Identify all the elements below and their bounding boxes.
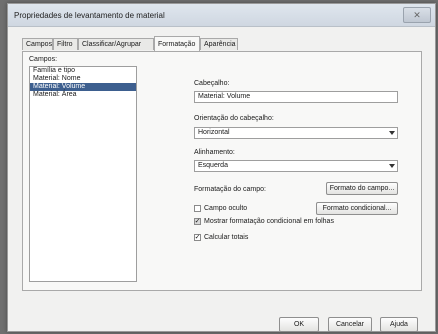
orientation-select[interactable]: Horizontal [194,127,398,139]
heading-input[interactable]: Material: Volume [194,91,398,103]
fields-list[interactable]: Família e tipo Material: Nome Material: … [29,66,137,282]
help-button[interactable]: Ajuda [380,317,418,332]
dialog-title: Propriedades de levantamento de material [14,11,165,20]
chevron-down-icon [389,164,395,168]
checkmark-icon: ✓ [194,217,201,225]
heading-label: Cabeçalho: [194,80,230,87]
tab-aparencia[interactable]: Aparência [200,38,238,50]
hidden-field-checkbox[interactable]: Campo oculto [194,204,247,213]
list-item-material-area[interactable]: Material: Área [30,91,136,99]
list-item-material-volume[interactable]: Material: Volume [30,83,136,91]
tab-formatacao[interactable]: Formatação [154,36,200,51]
checkmark-icon: ✓ [194,233,201,241]
tab-filtro[interactable]: Filtro [53,38,78,50]
field-format-button[interactable]: Formato do campo... [326,182,398,195]
tab-campos[interactable]: Campos [22,38,53,50]
alignment-label: Alinhamento: [194,149,235,156]
conditional-format-button[interactable]: Formato condicional... [316,202,398,215]
cancel-button[interactable]: Cancelar [328,317,372,332]
calculate-totals-checkbox[interactable]: ✓ Calcular totais [194,233,248,242]
tab-classificar-agrupar[interactable]: Classificar/Agrupar [78,38,154,50]
close-button[interactable]: ✕ [403,7,431,23]
title-bar: Propriedades de levantamento de material… [8,4,435,27]
list-item-material-nome[interactable]: Material: Nome [30,75,136,83]
close-icon: ✕ [413,9,421,20]
checkbox-unchecked-icon [194,205,201,212]
formatting-panel: Campos: Família e tipo Material: Nome Ma… [22,51,422,291]
field-formatting-label: Formatação do campo: [194,186,266,193]
material-takeoff-properties-dialog: Propriedades de levantamento de material… [7,3,436,332]
calculate-totals-label: Calcular totais [204,234,249,241]
ok-button[interactable]: OK [279,317,319,332]
list-item-familia-e-tipo[interactable]: Família e tipo [30,67,136,75]
orientation-label: Orientação do cabeçalho: [194,115,274,122]
show-conditional-format-label: Mostrar formatação condicional em folhas [204,218,334,225]
orientation-value: Horizontal [198,129,230,136]
alignment-select[interactable]: Esquerda [194,160,398,172]
alignment-value: Esquerda [198,162,228,169]
fields-label: Campos: [29,56,58,63]
chevron-down-icon [389,131,395,135]
show-conditional-format-checkbox[interactable]: ✓ Mostrar formatação condicional em folh… [194,217,334,226]
hidden-field-label: Campo oculto [204,205,248,212]
